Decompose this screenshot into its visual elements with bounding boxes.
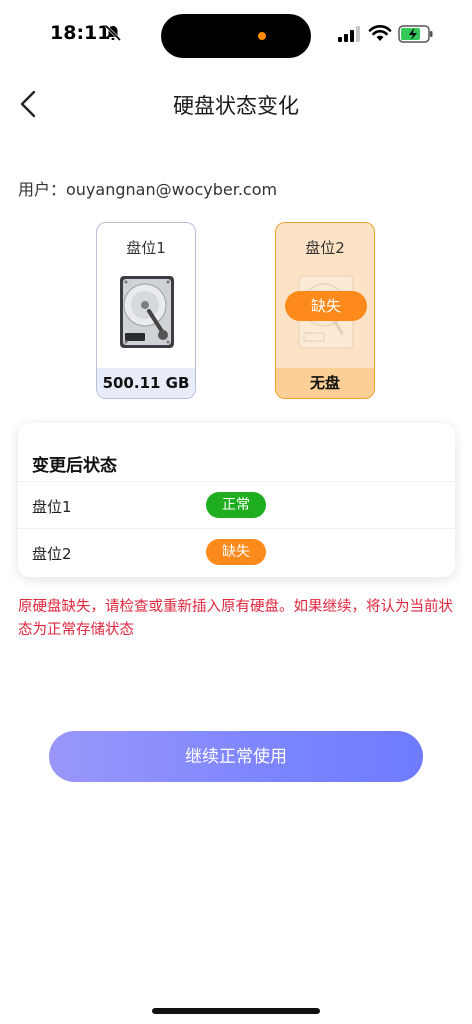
status-row: 盘位1 正常 (18, 481, 455, 527)
bell-muted-icon (104, 24, 122, 42)
slot-capacity: 500.11 GB (97, 368, 195, 398)
recording-dot-icon (258, 32, 266, 40)
slot-card-1[interactable]: 盘位1 500.11 GB (96, 222, 196, 399)
panel-title: 变更后状态 (32, 456, 117, 476)
status-bar: 18:11 (0, 0, 472, 72)
nav-header: 硬盘状态变化 (0, 72, 472, 136)
slot-name: 盘位1 (126, 239, 166, 257)
status-row-label: 盘位2 (32, 545, 72, 563)
cellular-signal-icon (338, 26, 360, 42)
slot-capacity: 无盘 (276, 368, 374, 398)
home-indicator (152, 1008, 320, 1014)
warning-message: 原硬盘缺失，请检查或重新插入原有硬盘。如果继续，将认为当前状态为正常存储状态 (18, 599, 453, 638)
status-time: 18:11 (50, 22, 111, 44)
hard-drive-icon (120, 276, 174, 348)
dynamic-island (161, 14, 311, 58)
missing-badge: 缺失 (285, 291, 367, 321)
continue-button[interactable]: 继续正常使用 (49, 731, 423, 782)
battery-charging-icon (398, 25, 433, 43)
page-title: 硬盘状态变化 (173, 94, 299, 118)
status-row-label: 盘位1 (32, 498, 72, 516)
wifi-icon (368, 25, 392, 41)
slot-name: 盘位2 (305, 239, 345, 257)
status-badge: 缺失 (206, 539, 266, 565)
user-account-label: 用户：ouyangnan@wocyber.com (18, 180, 278, 199)
slot-card-2[interactable]: 盘位2 缺失 无盘 (275, 222, 375, 399)
changed-status-panel: 变更后状态 盘位1 正常 盘位2 缺失 (18, 423, 455, 577)
status-row: 盘位2 缺失 (18, 528, 455, 574)
status-badge: 正常 (206, 492, 266, 518)
